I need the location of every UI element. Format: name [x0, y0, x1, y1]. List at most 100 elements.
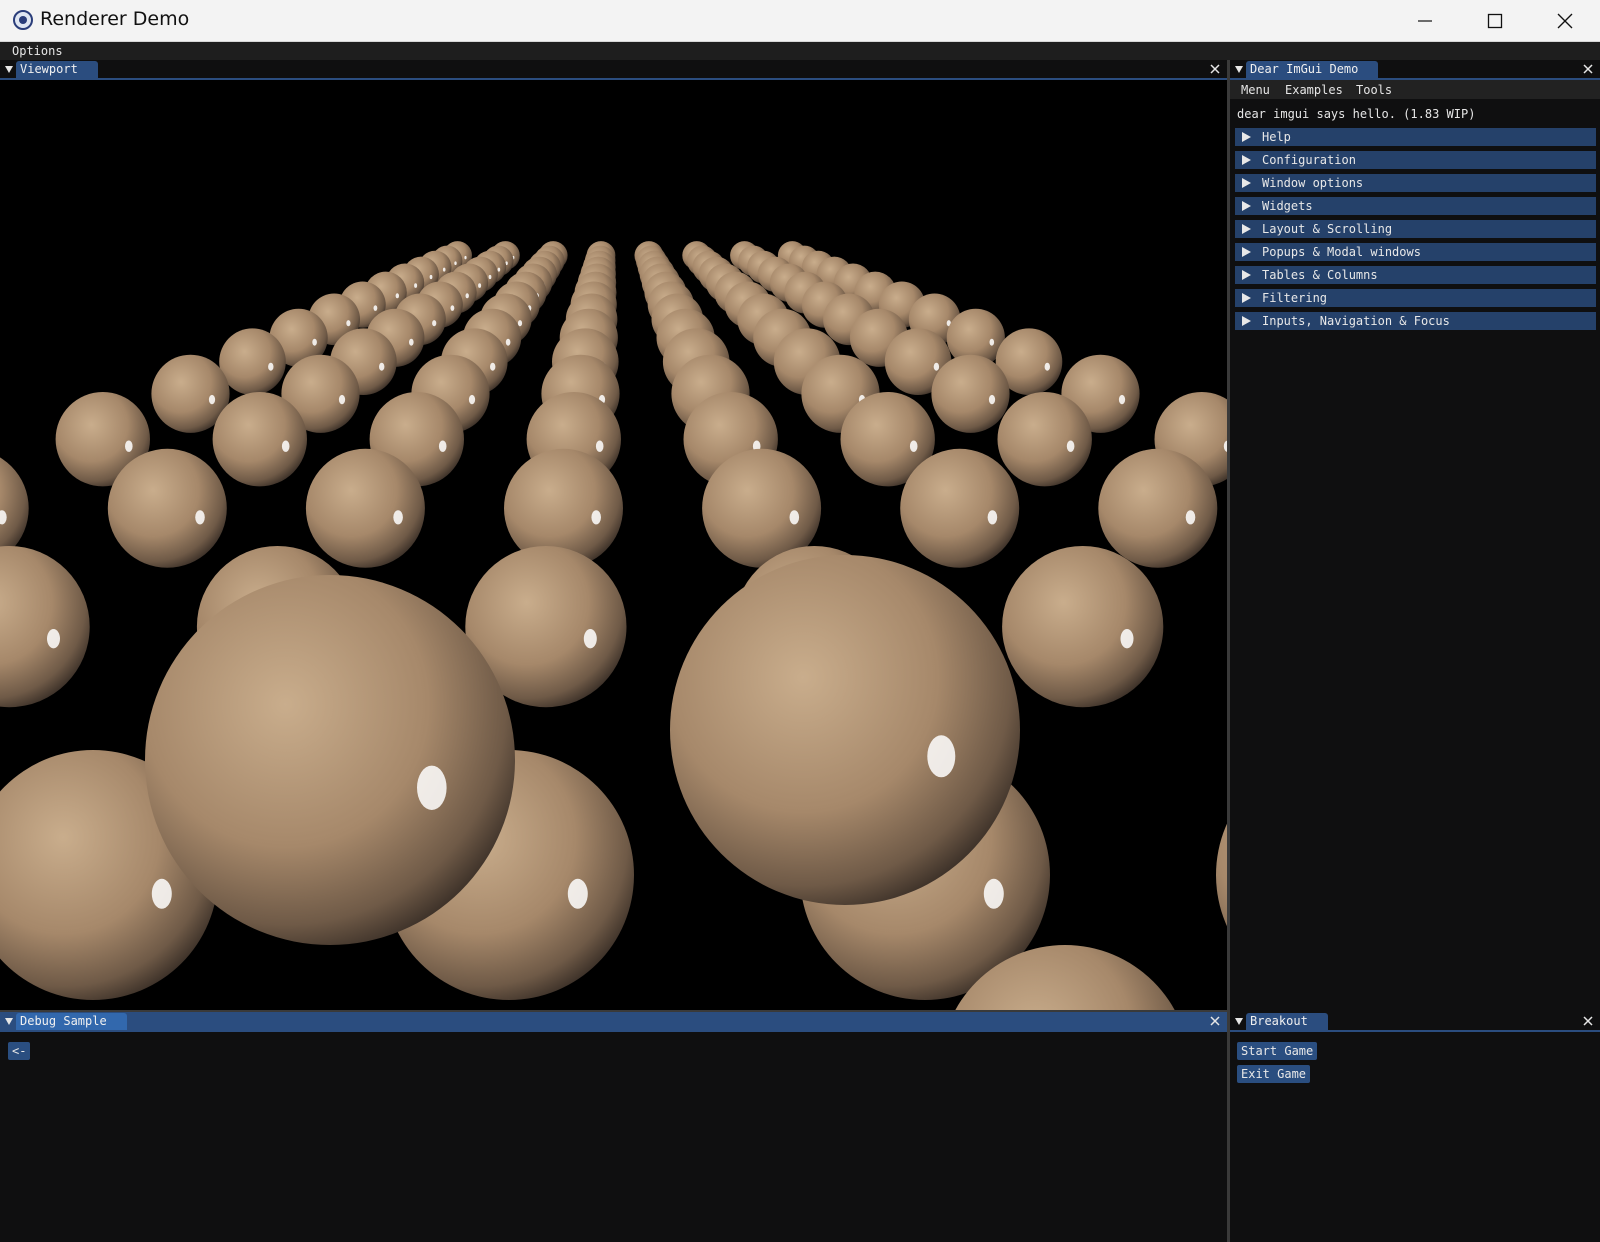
header-widgets[interactable]: Widgets	[1235, 197, 1596, 215]
back-button[interactable]: <-	[8, 1042, 31, 1060]
planet-highlight	[409, 338, 414, 346]
close-icon	[1557, 13, 1573, 28]
planet-highlight	[395, 293, 399, 299]
header-label: Popups & Modal windows	[1262, 245, 1421, 259]
planet-sphere	[0, 546, 90, 708]
planet-highlight	[988, 394, 996, 405]
planet-highlight	[1118, 394, 1126, 405]
planet-highlight	[464, 255, 467, 260]
planet-sphere	[145, 575, 515, 945]
breakout-tabbar: Breakout	[1230, 1012, 1600, 1032]
tab-debug-sample[interactable]: Debug Sample	[16, 1013, 127, 1030]
caret-right-icon	[1242, 155, 1251, 165]
planet-highlight	[591, 510, 601, 525]
planet-highlight	[909, 440, 918, 452]
header-window-options[interactable]: Window options	[1235, 174, 1596, 192]
close-icon[interactable]	[1209, 1015, 1221, 1027]
minimize-icon	[1418, 19, 1432, 22]
close-icon[interactable]	[1582, 63, 1594, 75]
header-label: Layout & Scrolling	[1262, 222, 1393, 236]
caret-right-icon	[1242, 270, 1251, 280]
planet-highlight	[497, 267, 501, 272]
planet-highlight	[1066, 440, 1075, 452]
planet-highlight	[429, 274, 433, 280]
dock-splitter-vertical[interactable]	[1227, 60, 1230, 1242]
collapse-arrow-icon[interactable]	[1234, 1016, 1244, 1026]
viewport-panel: Viewport	[0, 60, 1227, 1010]
planet-highlight	[268, 362, 274, 371]
planet-sphere	[670, 555, 1020, 905]
planet-highlight	[281, 440, 290, 452]
exit-game-button[interactable]: Exit Game	[1237, 1065, 1311, 1083]
planet-highlight	[1120, 629, 1134, 649]
start-game-button[interactable]: Start Game	[1237, 1042, 1318, 1060]
imgui-demo-panel: Dear ImGui Demo Menu Examples Tools dear…	[1230, 60, 1600, 1010]
tab-breakout[interactable]: Breakout	[1246, 1013, 1328, 1030]
planet-highlight	[438, 440, 447, 452]
caret-right-icon	[1242, 293, 1251, 303]
collapse-arrow-icon[interactable]	[4, 64, 14, 74]
planet-sphere	[931, 354, 1010, 433]
planet-highlight	[151, 878, 172, 909]
imgui-demo-menubar: Menu Examples Tools	[1230, 80, 1600, 99]
collapse-arrow-icon[interactable]	[4, 1016, 14, 1026]
tab-imgui-demo[interactable]: Dear ImGui Demo	[1246, 61, 1379, 78]
viewport-tabbar: Viewport	[0, 60, 1227, 80]
caret-right-icon	[1242, 201, 1251, 211]
minimize-button[interactable]	[1390, 0, 1460, 41]
planet-highlight	[195, 510, 205, 525]
main-menubar: Options	[0, 42, 1600, 60]
debug-sample-panel: Debug Sample <-	[0, 1012, 1227, 1242]
close-button[interactable]	[1530, 0, 1600, 41]
planet-highlight	[987, 510, 998, 525]
imgui-demo-tabbar: Dear ImGui Demo	[1230, 60, 1600, 80]
renderer-app-icon	[13, 10, 33, 30]
planet-highlight	[983, 878, 1004, 909]
planet-highlight	[450, 305, 455, 311]
planet-highlight	[125, 440, 133, 452]
breakout-panel: Breakout Start Game Exit Game	[1230, 1012, 1600, 1242]
header-configuration[interactable]: Configuration	[1235, 151, 1596, 169]
close-icon[interactable]	[1209, 63, 1221, 75]
caret-right-icon	[1242, 178, 1251, 188]
planet-field-scene	[0, 241, 1227, 1010]
header-label: Help	[1262, 130, 1291, 144]
planet-highlight	[338, 394, 346, 405]
caret-right-icon	[1242, 224, 1251, 234]
planet-highlight	[488, 274, 492, 280]
maximize-button[interactable]	[1460, 0, 1530, 41]
header-layout-scrolling[interactable]: Layout & Scrolling	[1235, 220, 1596, 238]
planet-highlight	[414, 283, 418, 288]
planet-highlight	[346, 320, 351, 327]
planet-sphere	[997, 392, 1092, 487]
close-icon[interactable]	[1582, 1015, 1594, 1027]
debug-sample-tabbar: Debug Sample	[0, 1012, 1227, 1032]
planet-highlight	[312, 338, 317, 346]
render-viewport[interactable]	[0, 80, 1227, 1010]
menu-options[interactable]: Options	[12, 44, 63, 58]
collapse-arrow-icon[interactable]	[1234, 64, 1244, 74]
planet-sphere	[1216, 823, 1227, 927]
planet-highlight	[465, 293, 469, 299]
planet-highlight	[478, 283, 482, 288]
planet-highlight	[595, 440, 604, 452]
header-inputs-navigation-focus[interactable]: Inputs, Navigation & Focus	[1235, 312, 1596, 330]
planet-highlight	[442, 267, 446, 272]
planet-highlight	[505, 338, 511, 346]
planet-sphere	[305, 448, 425, 568]
planet-highlight	[1185, 510, 1196, 525]
menu-tools[interactable]: Tools	[1356, 83, 1392, 97]
header-label: Window options	[1262, 176, 1364, 190]
dock-splitter-horizontal[interactable]	[0, 1010, 1227, 1012]
header-tables-columns[interactable]: Tables & Columns	[1235, 266, 1596, 284]
header-popups-modal[interactable]: Popups & Modal windows	[1235, 243, 1596, 261]
menu-menu[interactable]: Menu	[1241, 83, 1270, 97]
header-filtering[interactable]: Filtering	[1235, 289, 1596, 307]
menu-examples[interactable]: Examples	[1285, 83, 1343, 97]
planet-highlight	[989, 338, 995, 346]
planet-highlight	[1044, 362, 1051, 371]
tab-viewport[interactable]: Viewport	[16, 61, 98, 78]
header-help[interactable]: Help	[1235, 128, 1596, 146]
planet-highlight	[393, 510, 403, 525]
planet-highlight	[417, 765, 447, 810]
